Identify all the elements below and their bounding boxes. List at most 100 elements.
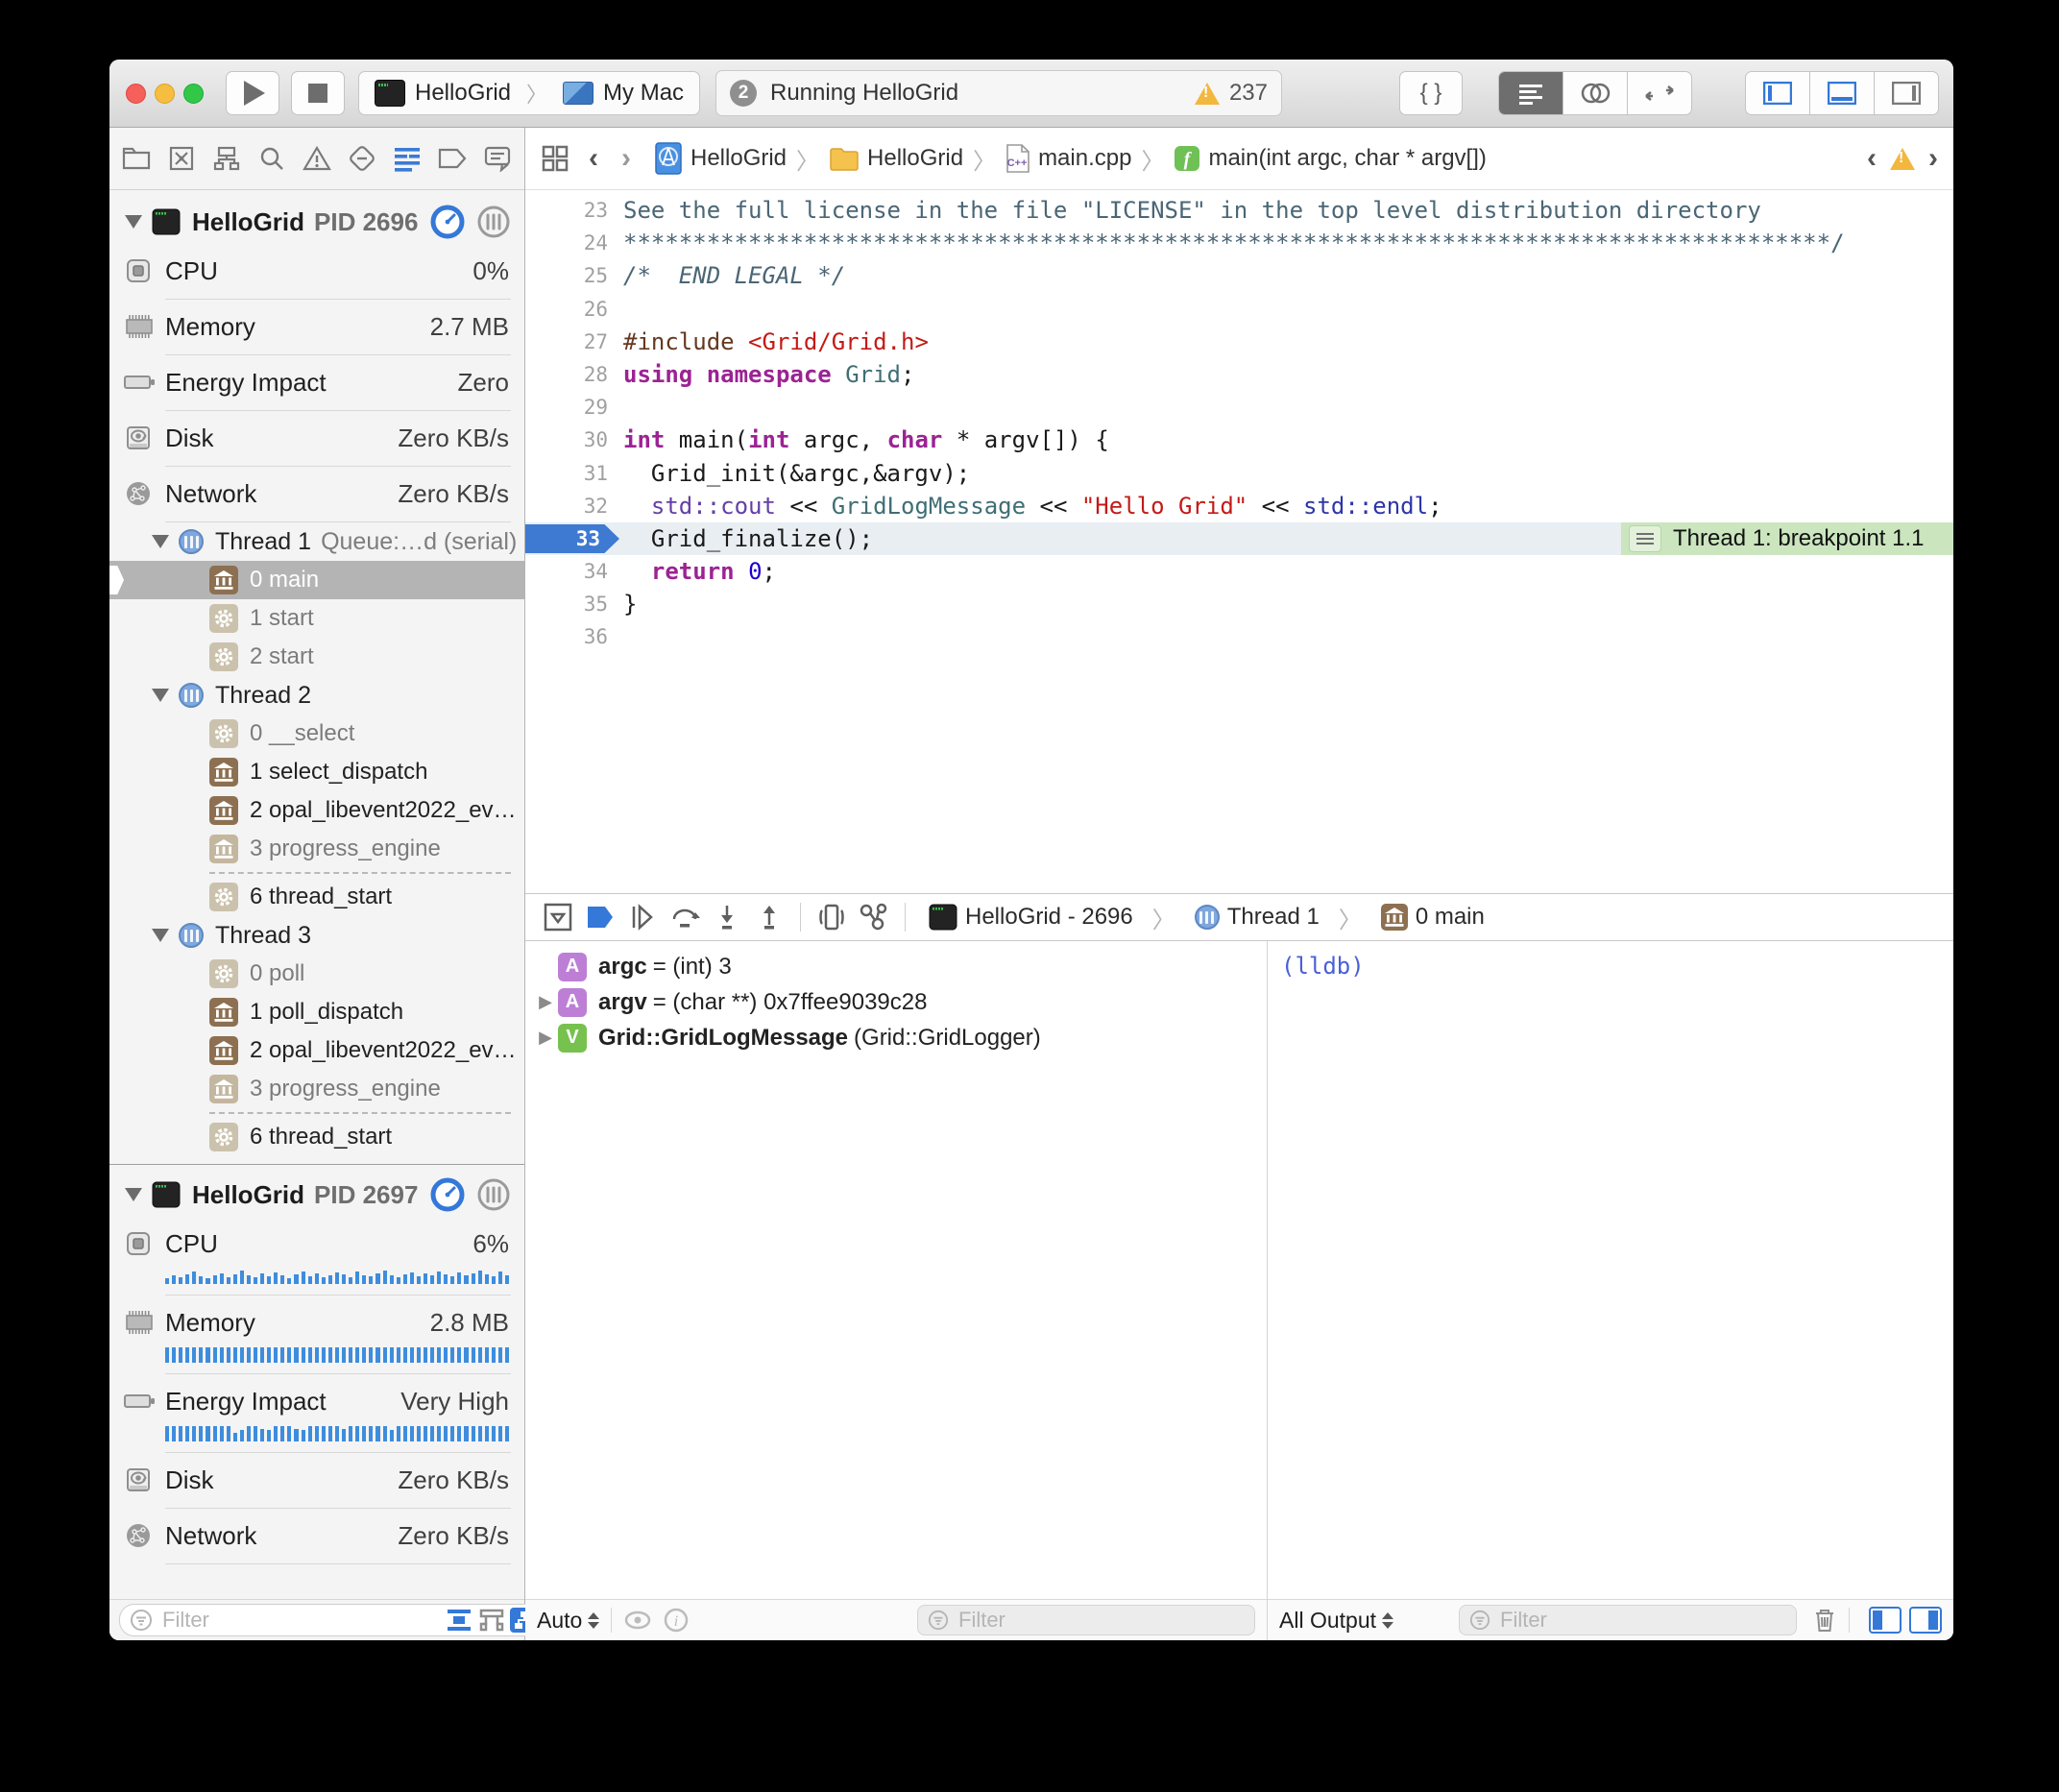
jumpbar-item[interactable]: C++main.cpp bbox=[1005, 143, 1131, 174]
memory-graph-button[interactable] bbox=[853, 903, 895, 932]
tab-debug-navigator[interactable] bbox=[392, 143, 423, 174]
stat-row-network[interactable]: NetworkZero KB/s bbox=[109, 1514, 524, 1557]
stat-row-disk[interactable]: DiskZero KB/s bbox=[109, 417, 524, 459]
view-hierarchy-button[interactable] bbox=[811, 903, 853, 932]
code-line[interactable]: 35} bbox=[525, 588, 1953, 620]
stack-frame-row[interactable]: 3 progress_engine bbox=[109, 830, 524, 868]
line-number[interactable]: 29 bbox=[525, 391, 623, 424]
stack-frame-row[interactable]: 1 poll_dispatch bbox=[109, 993, 524, 1031]
stack-frame-row[interactable]: 0 __select bbox=[109, 714, 524, 753]
line-number[interactable]: 27 bbox=[525, 326, 623, 358]
line-number[interactable]: 24 bbox=[525, 227, 623, 259]
filter-crashed-threads-button[interactable] bbox=[477, 1608, 506, 1633]
step-over-button[interactable] bbox=[664, 904, 706, 931]
tab-report-navigator[interactable] bbox=[482, 143, 513, 174]
process-header[interactable]: HelloGridPID 2696 bbox=[109, 200, 524, 244]
disclosure-triangle-icon[interactable] bbox=[125, 215, 142, 229]
toggle-debug-area-button[interactable] bbox=[1810, 72, 1875, 114]
forward-button[interactable]: › bbox=[621, 142, 631, 175]
breakpoint-indicator[interactable]: 33 bbox=[525, 524, 619, 553]
code-line[interactable]: 26 bbox=[525, 293, 1953, 326]
stack-frame-row[interactable]: 2 start bbox=[109, 638, 524, 676]
code-line[interactable]: 27#include <Grid/Grid.h> bbox=[525, 326, 1953, 358]
zoom-window-button[interactable] bbox=[183, 84, 204, 104]
stack-frame-row[interactable]: 6 thread_start bbox=[109, 1118, 524, 1156]
close-window-button[interactable] bbox=[126, 84, 146, 104]
line-number[interactable]: 36 bbox=[525, 620, 623, 653]
thread-row[interactable]: Thread 1Queue:…d (serial) bbox=[109, 522, 524, 561]
version-editor-button[interactable] bbox=[1628, 72, 1691, 114]
debug-breadcrumb-item[interactable]: HelloGrid - 2696 bbox=[929, 904, 1133, 931]
variable-row[interactable]: Aargc = (int) 3 bbox=[525, 949, 1267, 984]
code-line[interactable]: 34 return 0; bbox=[525, 555, 1953, 588]
disclosure-right-icon[interactable]: ▶ bbox=[533, 1028, 558, 1048]
stack-frame-row[interactable]: 2 opal_libevent2022_ev… bbox=[109, 1031, 524, 1070]
run-button[interactable] bbox=[226, 71, 279, 115]
navigator-filter-field[interactable] bbox=[119, 1604, 547, 1636]
code-line[interactable]: 29 bbox=[525, 391, 1953, 424]
tab-find-navigator[interactable] bbox=[256, 143, 287, 174]
disclosure-triangle-icon[interactable] bbox=[152, 689, 169, 702]
back-button[interactable]: ‹ bbox=[589, 142, 598, 175]
line-number[interactable]: 28 bbox=[525, 358, 623, 391]
stack-frame-row[interactable]: 1 start bbox=[109, 599, 524, 638]
stat-row-energy-impact[interactable]: Energy ImpactZero bbox=[109, 361, 524, 403]
issue-warning-icon[interactable] bbox=[1890, 148, 1915, 170]
disclosure-triangle-icon[interactable] bbox=[125, 1188, 142, 1201]
code-line[interactable]: 31 Grid_init(&argc,&argv); bbox=[525, 457, 1953, 490]
clear-console-button[interactable] bbox=[1812, 1607, 1837, 1634]
jumpbar-item[interactable]: fmain(int argc, char * argv[]) bbox=[1174, 145, 1486, 172]
thread-view-button[interactable] bbox=[476, 205, 511, 239]
stack-frame-row[interactable]: 0 poll bbox=[109, 955, 524, 993]
debug-breadcrumb-item[interactable]: Thread 1 bbox=[1195, 904, 1320, 931]
stat-row-network[interactable]: NetworkZero KB/s bbox=[109, 472, 524, 515]
stack-frame-row[interactable]: 2 opal_libevent2022_ev… bbox=[109, 791, 524, 830]
stat-row-cpu[interactable]: CPU6% bbox=[109, 1223, 524, 1265]
variable-row[interactable]: ▶VGrid::GridLogMessage (Grid::GridLogger… bbox=[525, 1020, 1267, 1055]
toggle-navigator-button[interactable] bbox=[1746, 72, 1810, 114]
stat-row-energy-impact[interactable]: Energy ImpactVery High bbox=[109, 1380, 524, 1422]
code-line[interactable]: 24**************************************… bbox=[525, 227, 1953, 259]
jumpbar-item[interactable]: HelloGrid bbox=[829, 145, 963, 172]
disclosure-triangle-icon[interactable] bbox=[152, 929, 169, 942]
standard-editor-button[interactable] bbox=[1499, 72, 1563, 114]
line-number[interactable]: 25 bbox=[525, 259, 623, 292]
hide-debug-area-button[interactable] bbox=[537, 903, 579, 932]
line-number[interactable]: 26 bbox=[525, 293, 623, 326]
disclosure-right-icon[interactable]: ▶ bbox=[533, 992, 558, 1012]
code-line[interactable]: 36 bbox=[525, 620, 1953, 653]
stack-frame-row[interactable]: 6 thread_start bbox=[109, 878, 524, 916]
related-items-icon[interactable] bbox=[541, 144, 569, 173]
line-number[interactable]: 35 bbox=[525, 588, 623, 620]
process-header[interactable]: HelloGridPID 2697 bbox=[109, 1173, 524, 1217]
previous-issue-button[interactable]: ‹ bbox=[1867, 142, 1877, 175]
toggle-inspector-button[interactable] bbox=[1875, 72, 1938, 114]
stop-button[interactable] bbox=[291, 71, 345, 115]
stack-frame-row[interactable]: 0 main bbox=[109, 561, 524, 599]
line-number[interactable]: 34 bbox=[525, 555, 623, 588]
scheme-selector[interactable]: HelloGrid 〉 My Mac bbox=[358, 71, 700, 115]
thread-row[interactable]: Thread 3 bbox=[109, 916, 524, 955]
activity-viewer[interactable]: 2 Running HelloGrid 237 bbox=[715, 70, 1282, 116]
quicklook-icon[interactable] bbox=[623, 1610, 652, 1631]
code-line[interactable]: 30int main(int argc, char * argv[]) { bbox=[525, 424, 1953, 456]
line-number[interactable]: 31 bbox=[525, 457, 623, 490]
stack-frame-row[interactable]: 3 progress_engine bbox=[109, 1070, 524, 1108]
continue-button[interactable] bbox=[621, 904, 664, 931]
line-number[interactable]: 23 bbox=[525, 194, 623, 227]
tab-breakpoint-navigator[interactable] bbox=[437, 143, 468, 174]
performance-gauge-button[interactable] bbox=[430, 205, 465, 239]
code-line[interactable]: 28using namespace Grid; bbox=[525, 358, 1953, 391]
debug-breadcrumb-item[interactable]: 0 main bbox=[1381, 904, 1485, 931]
variables-filter-field[interactable] bbox=[917, 1605, 1255, 1635]
stat-row-memory[interactable]: Memory2.8 MB bbox=[109, 1301, 524, 1344]
step-into-button[interactable] bbox=[706, 904, 748, 931]
jumpbar-item[interactable]: HelloGrid bbox=[654, 142, 787, 175]
show-console-view-button[interactable] bbox=[1909, 1607, 1942, 1634]
variables-scope-selector[interactable]: Auto bbox=[537, 1608, 599, 1634]
variable-row[interactable]: ▶Aargv = (char **) 0x7ffee9039c28 bbox=[525, 984, 1267, 1020]
console-scope-selector[interactable]: All Output bbox=[1279, 1608, 1393, 1634]
breakpoints-toggle-button[interactable] bbox=[579, 905, 621, 930]
assistant-editor-button[interactable] bbox=[1563, 72, 1628, 114]
filter-paused-frames-button[interactable] bbox=[445, 1608, 473, 1633]
